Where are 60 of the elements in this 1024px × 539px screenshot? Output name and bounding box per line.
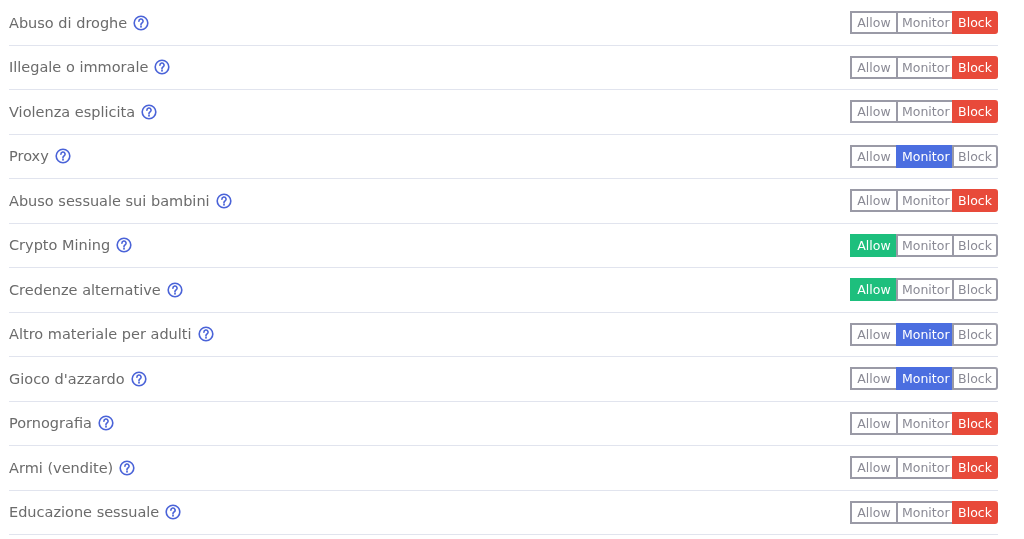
help-icon[interactable] <box>97 415 114 432</box>
category-label: Violenza esplicita <box>9 103 136 120</box>
block-option[interactable]: Block <box>952 411 998 435</box>
monitor-option[interactable]: Monitor <box>896 233 954 257</box>
block-option[interactable]: Block <box>952 456 998 480</box>
help-icon[interactable] <box>154 59 171 76</box>
help-icon[interactable] <box>166 281 183 298</box>
monitor-option[interactable]: Monitor <box>896 367 954 391</box>
allow-option[interactable]: Allow <box>850 456 898 480</box>
monitor-option[interactable]: Monitor <box>896 100 954 124</box>
allow-option[interactable]: Allow <box>850 55 898 79</box>
block-option[interactable]: Block <box>952 367 998 391</box>
category-label: Abuso di droghe <box>9 14 128 31</box>
monitor-option[interactable]: Monitor <box>896 144 954 168</box>
block-option[interactable]: Block <box>952 500 998 524</box>
block-option[interactable]: Block <box>952 278 998 302</box>
monitor-option[interactable]: Monitor <box>896 11 954 35</box>
help-icon[interactable] <box>54 148 71 165</box>
block-option[interactable]: Block <box>952 144 998 168</box>
block-option[interactable]: Block <box>952 55 998 79</box>
allow-option[interactable]: Allow <box>850 100 898 124</box>
category-label: Crypto Mining <box>9 237 111 254</box>
allow-option[interactable]: Allow <box>850 500 898 524</box>
monitor-option[interactable]: Monitor <box>896 411 954 435</box>
block-option[interactable]: Block <box>952 100 998 124</box>
allow-option[interactable]: Allow <box>850 367 898 391</box>
monitor-option[interactable]: Monitor <box>896 322 954 346</box>
allow-option[interactable]: Allow <box>850 11 898 35</box>
category-label: Illegale o immorale <box>9 59 149 76</box>
help-icon[interactable] <box>165 504 182 521</box>
category-label: Educazione sessuale <box>9 504 160 521</box>
block-option[interactable]: Block <box>952 189 998 213</box>
category-label: Pornografia <box>9 415 92 432</box>
monitor-option[interactable]: Monitor <box>896 55 954 79</box>
block-option[interactable]: Block <box>952 322 998 346</box>
monitor-option[interactable]: Monitor <box>896 500 954 524</box>
allow-option[interactable]: Allow <box>850 278 898 302</box>
block-option[interactable]: Block <box>952 233 998 257</box>
category-label: Abuso sessuale sui bambini <box>9 192 210 209</box>
allow-option[interactable]: Allow <box>850 411 898 435</box>
help-icon[interactable] <box>130 370 147 387</box>
help-icon[interactable] <box>119 459 136 476</box>
allow-option[interactable]: Allow <box>850 189 898 213</box>
category-label: Armi (vendite) <box>9 459 114 476</box>
help-icon[interactable] <box>215 192 232 209</box>
help-icon[interactable] <box>197 326 214 343</box>
category-label: Gioco d'azzardo <box>9 370 125 387</box>
allow-option[interactable]: Allow <box>850 322 898 346</box>
help-icon[interactable] <box>141 103 158 120</box>
allow-option[interactable]: Allow <box>850 233 898 257</box>
monitor-option[interactable]: Monitor <box>896 456 954 480</box>
monitor-option[interactable]: Monitor <box>896 189 954 213</box>
help-icon[interactable] <box>133 14 150 31</box>
monitor-option[interactable]: Monitor <box>896 278 954 302</box>
category-label: Credenze alternative <box>9 281 161 298</box>
category-label: Altro materiale per adulti <box>9 326 192 343</box>
allow-option[interactable]: Allow <box>850 144 898 168</box>
help-icon[interactable] <box>116 237 133 254</box>
block-option[interactable]: Block <box>952 11 998 35</box>
category-label: Proxy <box>9 148 49 165</box>
